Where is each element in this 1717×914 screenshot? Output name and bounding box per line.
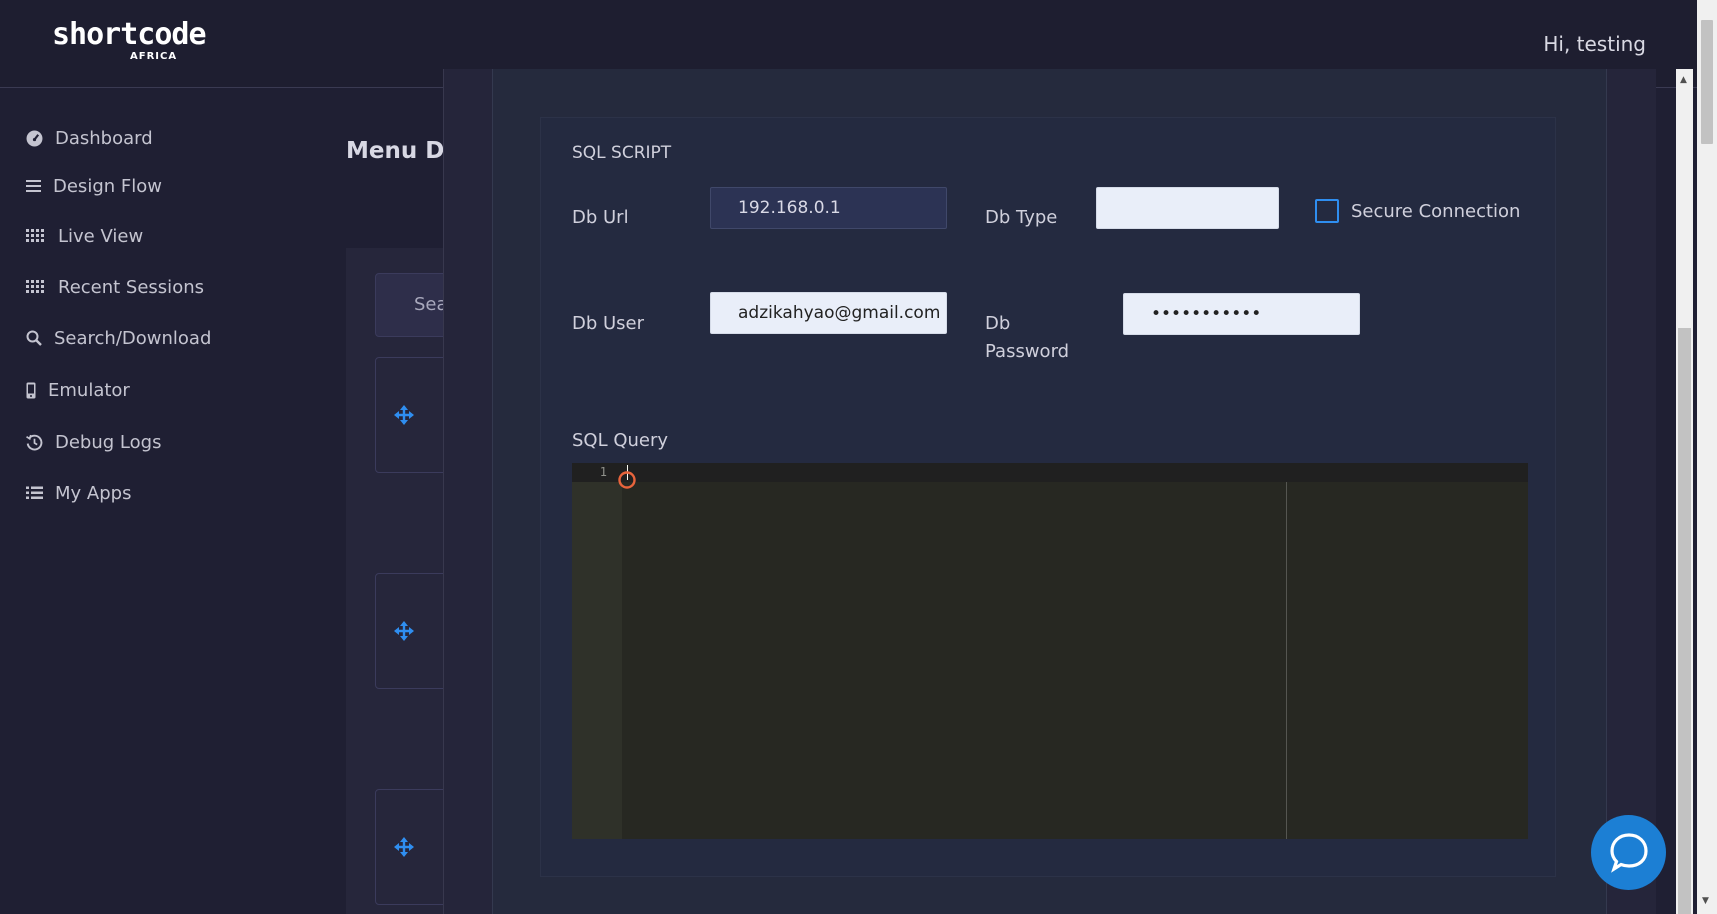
db-url-label: Db Url: [572, 207, 629, 228]
db-user-input[interactable]: adzikahyao@gmail.com: [710, 292, 947, 334]
modal-scrollbar[interactable]: ▲: [1676, 69, 1693, 914]
move-arrows-icon[interactable]: [394, 621, 414, 641]
sidebar-item-design-flow[interactable]: Design Flow: [26, 172, 162, 200]
sidebar-item-debug-logs[interactable]: Debug Logs: [26, 428, 161, 456]
move-arrows-icon[interactable]: [394, 837, 414, 857]
line-number: 1: [599, 465, 607, 479]
db-url-input[interactable]: 192.168.0.1: [710, 187, 947, 229]
logo[interactable]: shortcode AFRICA: [52, 17, 207, 63]
sql-query-editor[interactable]: 1: [572, 463, 1528, 839]
sidebar-item-label: Live View: [58, 225, 144, 247]
sidebar-item-label: Design Flow: [53, 175, 162, 197]
chat-button[interactable]: [1591, 815, 1666, 890]
logo-text: shortcode: [52, 17, 207, 52]
search-icon: [26, 330, 42, 346]
secure-connection-checkbox[interactable]: [1315, 199, 1339, 223]
sidebar-item-my-apps[interactable]: My Apps: [26, 479, 131, 507]
sidebar-item-search-download[interactable]: Search/Download: [26, 324, 211, 352]
db-user-label: Db User: [572, 313, 645, 334]
scroll-up-arrow-icon[interactable]: ▲: [1680, 75, 1687, 85]
db-password-label-line1: Db: [985, 313, 1011, 334]
grid-dots-icon: [26, 280, 44, 293]
sidebar-item-recent-sessions[interactable]: Recent Sessions: [26, 273, 204, 301]
sidebar-item-label: My Apps: [55, 482, 132, 504]
secure-connection-label[interactable]: Secure Connection: [1351, 201, 1520, 222]
sidebar-item-label: Debug Logs: [55, 431, 162, 453]
history-icon: [26, 434, 43, 450]
db-type-label: Db Type: [985, 207, 1058, 228]
move-arrows-icon[interactable]: [394, 405, 414, 425]
scrollbar-thumb[interactable]: [1701, 20, 1713, 144]
logo-subtext: AFRICA: [130, 51, 178, 62]
section-title: SQL SCRIPT: [572, 143, 672, 163]
sidebar-item-label: Emulator: [48, 379, 130, 401]
chat-bubble-icon: [1610, 833, 1648, 873]
phone-icon: [26, 382, 36, 398]
page-scrollbar[interactable]: ▼: [1697, 0, 1717, 914]
db-password-input[interactable]: •••••••••••: [1123, 293, 1360, 335]
sidebar-item-live-view[interactable]: Live View: [26, 222, 143, 250]
menu-lines-icon: [26, 180, 41, 192]
speedometer-icon: [26, 130, 43, 146]
sidebar-item-label: Search/Download: [54, 327, 212, 349]
sql-query-label: SQL Query: [572, 430, 669, 451]
sidebar-item-dashboard[interactable]: Dashboard: [26, 124, 153, 152]
sidebar-item-label: Dashboard: [55, 127, 153, 149]
scrollbar-thumb[interactable]: [1678, 328, 1691, 914]
cursor-circle-icon: [618, 471, 636, 489]
db-password-label-line2: Password: [985, 341, 1070, 362]
print-margin: [1286, 482, 1287, 839]
db-type-select[interactable]: [1096, 187, 1279, 229]
list-icon: [26, 486, 43, 499]
sidebar-item-emulator[interactable]: Emulator: [26, 376, 130, 404]
user-greeting[interactable]: Hi, testing: [1543, 32, 1646, 56]
scroll-down-arrow-icon[interactable]: ▼: [1702, 896, 1709, 906]
sidebar-item-label: Recent Sessions: [58, 276, 204, 298]
editor-gutter: [572, 463, 622, 839]
active-line-highlight: [572, 463, 1528, 482]
grid-dots-icon: [26, 229, 44, 242]
